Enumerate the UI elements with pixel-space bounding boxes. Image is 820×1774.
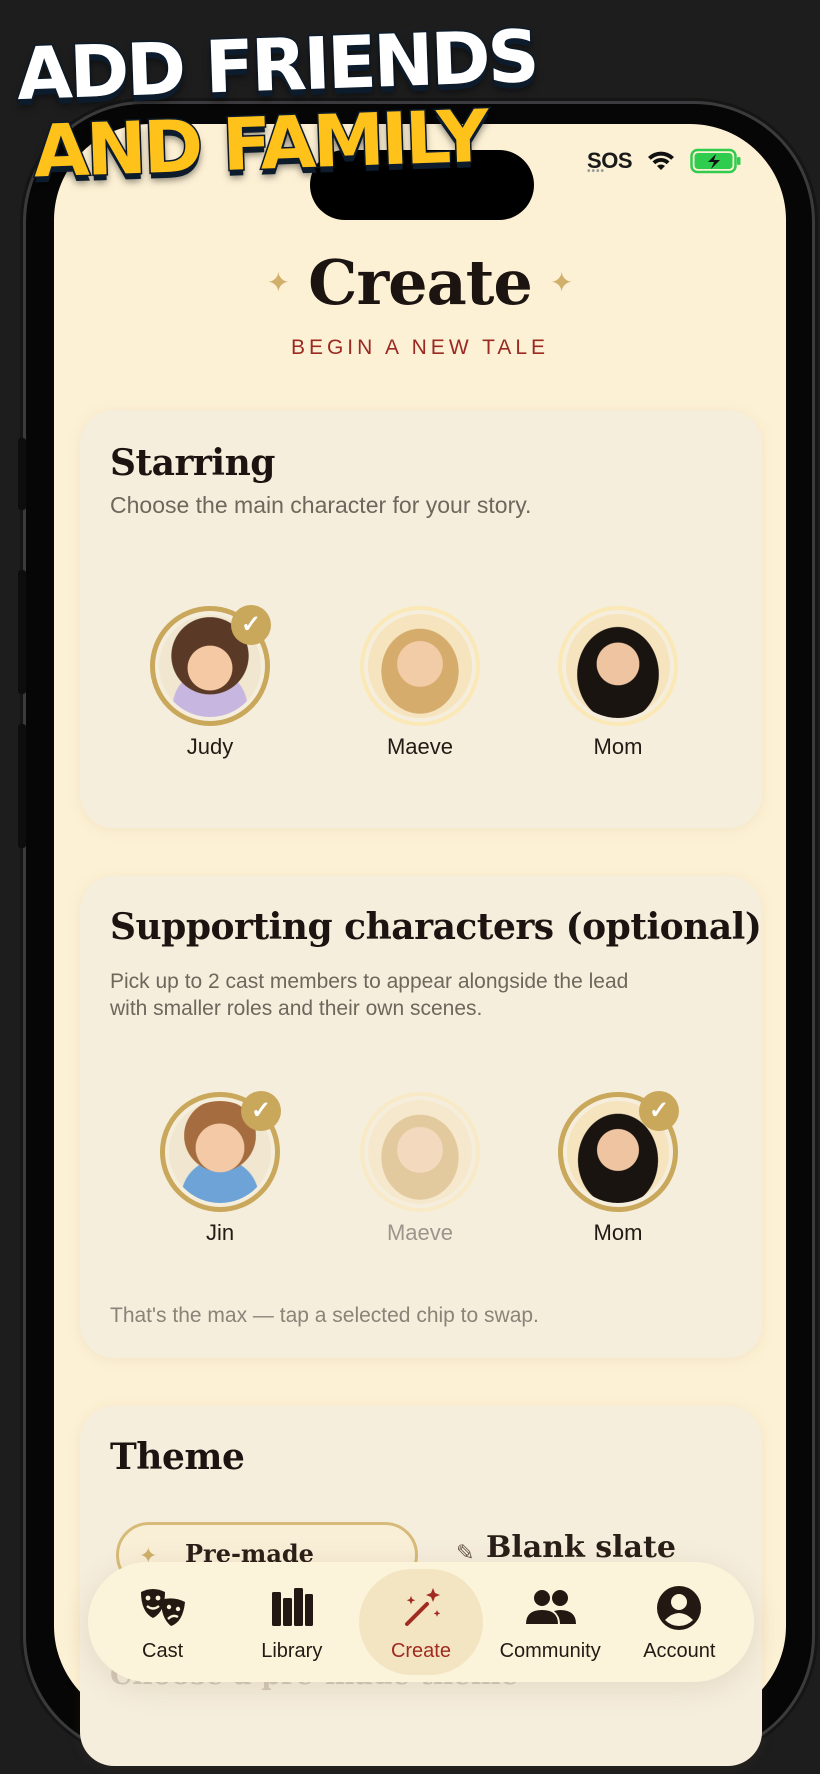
woman-portrait xyxy=(566,614,670,718)
supporting-description-line-1: Pick up to 2 cast members to appear alon… xyxy=(110,970,629,993)
cast-name: Mom xyxy=(593,734,643,759)
checkmark-icon: ✓ xyxy=(639,1091,679,1131)
page-title: Create xyxy=(308,246,533,319)
books-icon xyxy=(271,1587,313,1626)
supporting-title: Supporting characters (optional) xyxy=(110,906,762,948)
checkmark-icon: ✓ xyxy=(241,1091,281,1131)
tab-label: Cast xyxy=(142,1639,184,1662)
checkmark-icon: ✓ xyxy=(231,605,271,645)
tab-bar: Cast Library Create Community Account xyxy=(88,1562,754,1682)
magic-wand-icon xyxy=(404,1587,441,1626)
avatar: ✓ xyxy=(150,605,271,726)
cast-chip-maeve[interactable]: Maeve xyxy=(340,606,500,760)
cast-name: Judy xyxy=(186,734,234,759)
avatar: ✓ xyxy=(160,1091,281,1212)
tab-library[interactable]: Library xyxy=(230,1569,354,1675)
side-button-volume-up xyxy=(18,570,26,694)
tab-label: Community xyxy=(499,1639,601,1662)
tab-cast[interactable]: Cast xyxy=(101,1569,225,1675)
theme-option-label: Blank slate xyxy=(486,1530,676,1565)
side-button-action xyxy=(18,438,26,510)
promo-headline: ADD FRIENDS AND FAMILY xyxy=(14,12,540,195)
sparkle-icon: ✦ xyxy=(549,267,574,298)
people-icon xyxy=(526,1589,577,1624)
page-header: ✦ Create ✦ xyxy=(54,246,786,319)
avatar: ✓ xyxy=(558,1091,679,1212)
tab-label: Library xyxy=(261,1639,323,1662)
tab-community[interactable]: Community xyxy=(488,1569,612,1675)
supporting-description-line-2: with smaller roles and their own scenes. xyxy=(110,997,483,1020)
theme-title: Theme xyxy=(110,1436,245,1478)
promo-line-2: AND FAMILY xyxy=(31,92,489,195)
cast-chip-maeve-disabled[interactable]: Maeve xyxy=(340,1092,500,1246)
cast-chip-jin[interactable]: ✓ Jin xyxy=(140,1091,300,1246)
sparkle-icon: ✦ xyxy=(266,267,291,298)
avatar xyxy=(360,606,480,726)
starring-title: Starring xyxy=(110,442,275,484)
tab-label: Account xyxy=(643,1639,716,1662)
status-bar: SOS xyxy=(587,146,742,177)
avatar xyxy=(360,1092,480,1212)
supporting-footer-note: That's the max — tap a selected chip to … xyxy=(110,1304,539,1327)
cast-chip-mom[interactable]: Mom xyxy=(538,606,698,760)
supporting-card: Supporting characters (optional) Pick up… xyxy=(80,876,762,1358)
theater-masks-icon xyxy=(140,1588,185,1626)
account-icon xyxy=(657,1585,702,1630)
wifi-icon xyxy=(648,151,674,170)
battery-charging-icon xyxy=(690,148,741,174)
tab-label: Create xyxy=(390,1639,451,1662)
starring-card: Starring Choose the main character for y… xyxy=(80,410,762,828)
side-button-volume-down xyxy=(18,724,26,848)
cast-chip-judy[interactable]: ✓ Judy xyxy=(130,605,290,760)
cast-name: Jin xyxy=(205,1220,235,1245)
starring-description: Choose the main character for your story… xyxy=(110,492,532,518)
avatar xyxy=(558,606,678,726)
cast-name: Mom xyxy=(593,1220,643,1245)
cast-chip-mom[interactable]: ✓ Mom xyxy=(538,1091,698,1246)
tab-create[interactable]: Create xyxy=(358,1569,483,1675)
tab-account[interactable]: Account xyxy=(617,1569,741,1675)
girl-portrait xyxy=(368,614,472,718)
cast-name: Maeve xyxy=(386,1220,454,1245)
girl-portrait xyxy=(368,1100,472,1204)
cast-name: Maeve xyxy=(386,734,454,759)
carrier-label: SOS xyxy=(587,148,632,177)
page-subtitle: BEGIN A NEW TALE xyxy=(290,336,550,359)
